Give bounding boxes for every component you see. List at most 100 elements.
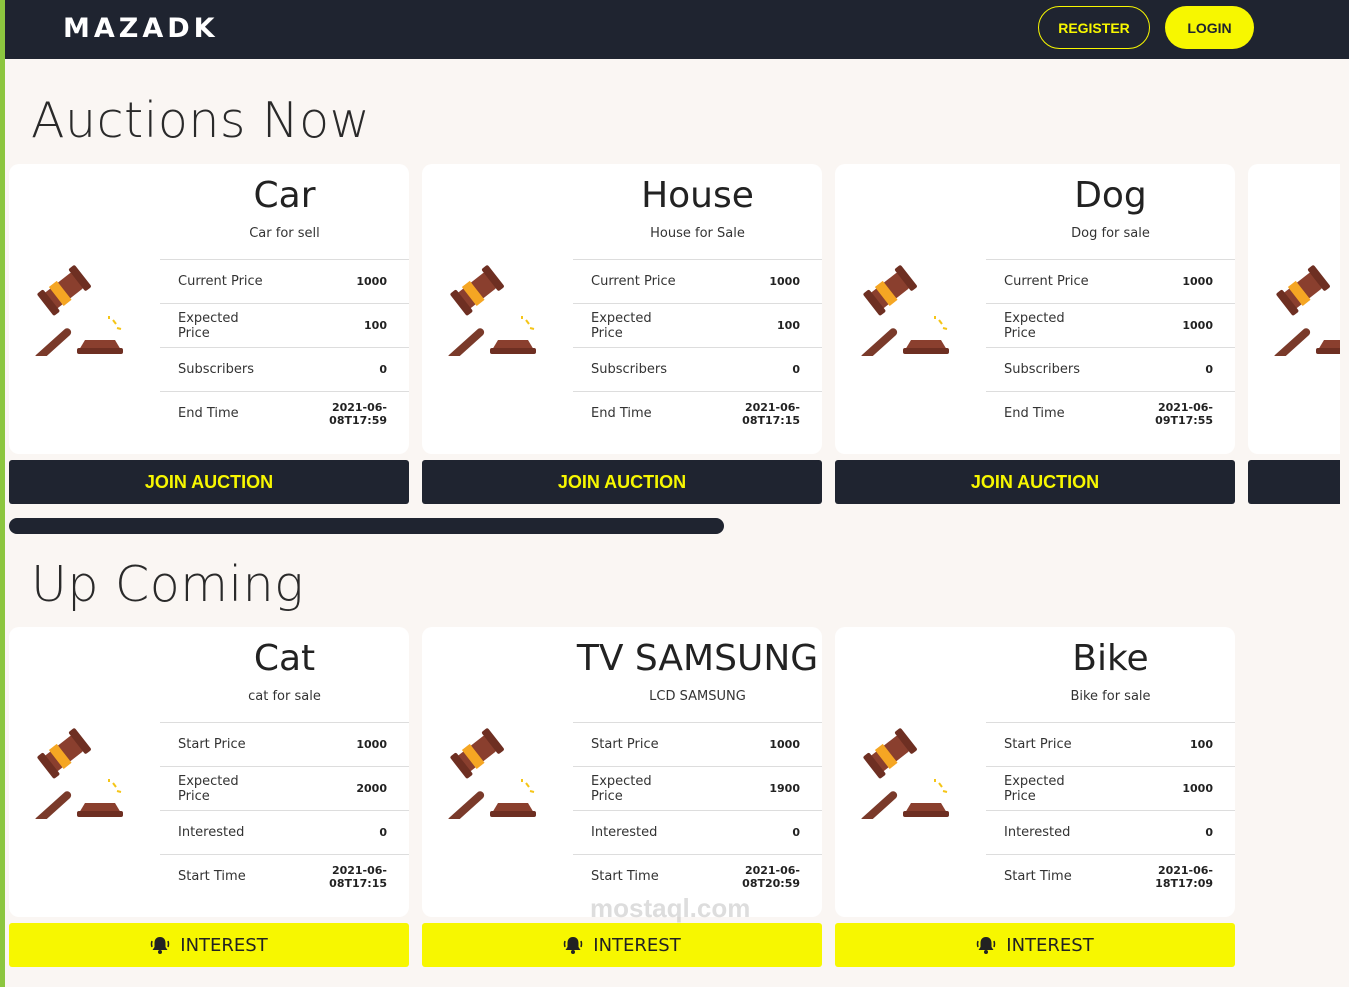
row-label: Start Time [160,854,275,899]
table-row: Current Price 1000 [573,259,822,304]
join-auction-button[interactable]: JOIN AUCTION [422,460,822,504]
auction-card: House House for Sale Current Price 1000 E… [422,164,822,454]
row-label: Start Time [986,854,1101,899]
row-value: 0 [687,810,822,855]
left-accent-stripe [0,0,5,987]
interest-button[interactable]: INTEREST [422,923,822,967]
table-row: End Time 2021-06-09T17:55 [986,391,1235,436]
register-button[interactable]: REGISTER [1038,6,1150,49]
upcoming-row[interactable]: Cat cat for sale Start Price 1000 Expecte… [0,627,1340,987]
row-label: Expected Price [160,766,275,811]
table-row: Expected Price 2000 [160,766,409,811]
join-auction-button[interactable]: JOIN AUCTION [9,460,409,504]
row-label: Subscribers [986,347,1101,392]
gavel-icon [1273,265,1340,356]
row-label: Subscribers [160,347,275,392]
upcoming-card: Cat cat for sale Start Price 1000 Expecte… [9,627,409,917]
row-value: 2000 [274,766,409,811]
card-title: Dog [1074,175,1147,216]
row-label: Current Price [573,259,688,304]
row-label: Current Price [160,259,275,304]
card-title: Cat [253,638,316,679]
gavel-icon [447,728,536,819]
row-label: End Time [986,391,1101,436]
card-details-table: Current Price 1000 Expected Price 100 Subs… [573,259,822,436]
table-row: Start Time 2021-06-08T17:15 [160,854,409,899]
interest-label: INTEREST [1006,934,1094,956]
join-auction-button[interactable]: JOIN AUCTION [835,460,1235,504]
gavel-icon [34,265,123,356]
gavel-icon [860,265,949,356]
row-value: 2021-06-08T20:59 [687,854,822,899]
row-label: Start Price [573,722,688,767]
bell-icon [977,937,996,954]
row-value: 1000 [687,259,822,304]
card-details-table: Current Price 1000 Expected Price 100 Subs… [160,259,409,436]
brand-logo[interactable]: MAZADK [63,13,219,44]
card-subtitle: LCD SAMSUNG [649,689,746,704]
table-row: Subscribers 0 [986,347,1235,392]
row-value: 1000 [1100,766,1235,811]
row-label: Start Price [160,722,275,767]
table-row: End Time 2021-06-08T17:59 [160,391,409,436]
upcoming-heading: Up Coming [31,556,305,613]
row-value: 0 [1100,810,1235,855]
table-row: Interested 0 [573,810,822,855]
card-subtitle: Dog for sale [1071,226,1150,241]
table-row: Expected Price 1000 [986,766,1235,811]
row-value: 0 [687,347,822,392]
row-value: 2021-06-08T17:15 [687,391,822,436]
interest-label: INTEREST [593,934,681,956]
row-value: 0 [274,810,409,855]
row-value: 2021-06-09T17:55 [1100,391,1235,436]
row-value: 0 [274,347,409,392]
table-row: Start Price 1000 [573,722,822,767]
join-auction-button-partial[interactable] [1248,460,1340,504]
upcoming-card: TV SAMSUNG LCD SAMSUNG Start Price 1000 E… [422,627,822,917]
table-row: Expected Price 100 [160,303,409,348]
table-row: Interested 0 [986,810,1235,855]
gavel-icon [447,265,536,356]
table-row: Start Time 2021-06-08T20:59 [573,854,822,899]
row-label: Subscribers [573,347,688,392]
auctions-now-row[interactable]: Car Car for sell Current Price 1000 Expec… [0,164,1340,524]
table-row: Current Price 1000 [986,259,1235,304]
row-label: Interested [160,810,275,855]
interest-button[interactable]: INTEREST [835,923,1235,967]
upcoming-card: Bike Bike for sale Start Price 100 Expect… [835,627,1235,917]
row-label: Interested [986,810,1101,855]
row-value: 2021-06-18T17:09 [1100,854,1235,899]
row-value: 1000 [274,722,409,767]
row-value: 1000 [274,259,409,304]
bell-icon [151,937,170,954]
table-row: Start Price 1000 [160,722,409,767]
table-row: Expected Price 1000 [986,303,1235,348]
card-subtitle: House for Sale [650,226,745,241]
row-value: 1000 [687,722,822,767]
row-value: 1000 [1100,303,1235,348]
bell-icon [564,937,583,954]
card-details-table: Start Price 1000 Expected Price 1900 Inter… [573,722,822,899]
card-details-table: Current Price 1000 Expected Price 1000 Sub… [986,259,1235,436]
row-value: 0 [1100,347,1235,392]
row-value: 1000 [1100,259,1235,304]
auction-card: Car Car for sell Current Price 1000 Expec… [9,164,409,454]
row-value: 100 [687,303,822,348]
row-value: 2021-06-08T17:15 [274,854,409,899]
table-row: Interested 0 [160,810,409,855]
card-subtitle: cat for sale [248,689,321,704]
card-subtitle: Car for sell [249,226,320,241]
row-label: Expected Price [160,303,275,348]
horizontal-scrollbar-thumb[interactable] [9,518,724,534]
card-title: House [641,175,754,216]
row-label: Start Time [573,854,688,899]
interest-label: INTEREST [180,934,268,956]
table-row: Subscribers 0 [160,347,409,392]
interest-button[interactable]: INTEREST [9,923,409,967]
row-value: 100 [1100,722,1235,767]
row-label: Expected Price [573,303,688,348]
table-row: Expected Price 1900 [573,766,822,811]
row-label: Expected Price [573,766,688,811]
login-button[interactable]: LOGIN [1165,6,1254,49]
card-title: TV SAMSUNG [576,638,819,679]
